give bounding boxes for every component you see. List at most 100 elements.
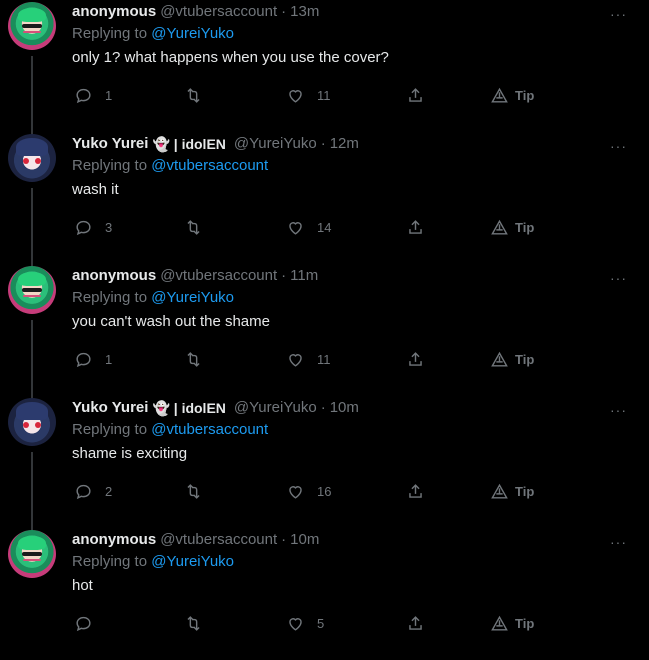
- like-button[interactable]: 5: [286, 614, 324, 633]
- tip-button[interactable]: Tip: [490, 614, 534, 633]
- retweet-icon: [187, 220, 200, 235]
- name-suffix: 👻 | idolEN: [152, 400, 226, 416]
- avatar[interactable]: [8, 266, 56, 314]
- mention-link[interactable]: @YureiYuko: [151, 553, 234, 570]
- avatar-column: [8, 266, 56, 314]
- like-button[interactable]: 14: [286, 218, 331, 237]
- more-options-button[interactable]: ···: [610, 270, 627, 286]
- tweet-content: anonymous @vtubersaccount · 11m Replying…: [72, 264, 633, 332]
- share-button[interactable]: [406, 482, 425, 501]
- retweet-icon: [187, 352, 200, 367]
- timestamp[interactable]: 10m: [330, 398, 359, 418]
- tip-button[interactable]: Tip: [490, 218, 534, 237]
- tweet-content: anonymous @vtubersaccount · 13m Replying…: [72, 0, 633, 68]
- timestamp[interactable]: 10m: [290, 530, 319, 550]
- tip-label: Tip: [515, 220, 535, 235]
- reply-button[interactable]: [74, 614, 105, 633]
- heart-icon: [289, 90, 302, 103]
- more-options-button[interactable]: ···: [610, 534, 627, 550]
- tweet-header: Yuko Yurei 👻 | idolEN @YureiYuko · 12m: [72, 132, 633, 156]
- tip-button[interactable]: Tip: [490, 350, 534, 369]
- thread-line: [31, 56, 33, 136]
- reply-icon: [76, 88, 91, 104]
- user-handle[interactable]: @vtubersaccount: [160, 530, 277, 550]
- like-count: 11: [317, 88, 331, 103]
- tweet-text: you can't wash out the shame: [72, 313, 270, 330]
- tweet[interactable]: Yuko Yurei 👻 | idolEN @YureiYuko · 10m R…: [0, 396, 649, 532]
- timestamp[interactable]: 13m: [290, 2, 319, 22]
- retweet-button[interactable]: [184, 482, 215, 501]
- heart-icon: [289, 618, 302, 631]
- user-handle[interactable]: @vtubersaccount: [160, 2, 277, 22]
- timestamp[interactable]: 11m: [290, 266, 318, 286]
- reply-thread: anonymous @vtubersaccount · 13m Replying…: [0, 0, 649, 644]
- tip-button[interactable]: Tip: [490, 86, 534, 105]
- tweet-text: shame is exciting: [72, 445, 188, 462]
- like-button[interactable]: 11: [286, 350, 331, 369]
- reply-button[interactable]: 1: [74, 86, 112, 105]
- share-icon: [409, 88, 422, 102]
- display-name[interactable]: anonymous: [72, 266, 156, 286]
- user-handle[interactable]: @YureiYuko: [234, 134, 317, 154]
- tweet-header: Yuko Yurei 👻 | idolEN @YureiYuko · 10m: [72, 396, 633, 420]
- tip-button[interactable]: Tip: [490, 482, 534, 501]
- tweet[interactable]: anonymous @vtubersaccount · 11m Replying…: [0, 264, 649, 400]
- more-options-button[interactable]: ···: [610, 138, 627, 154]
- mention-link[interactable]: @YureiYuko: [151, 289, 234, 306]
- user-handle[interactable]: @vtubersaccount: [160, 266, 277, 286]
- tweet-actions: 3 14 Tip: [72, 218, 542, 242]
- heart-icon: [289, 354, 302, 367]
- reply-button[interactable]: 1: [74, 350, 112, 369]
- tip-label: Tip: [515, 88, 535, 103]
- share-icon: [409, 220, 422, 234]
- tip-icon: [491, 483, 508, 499]
- avatar[interactable]: [8, 530, 56, 578]
- mention-link[interactable]: @vtubersaccount: [151, 421, 268, 438]
- more-options-button[interactable]: ···: [610, 402, 627, 418]
- separator-dot: ·: [320, 399, 326, 416]
- tweet[interactable]: Yuko Yurei 👻 | idolEN @YureiYuko · 12m R…: [0, 132, 649, 268]
- tweet-actions: 1 11 Tip: [72, 86, 542, 110]
- like-button[interactable]: 11: [286, 86, 331, 105]
- display-name[interactable]: anonymous: [72, 2, 156, 22]
- like-button[interactable]: 16: [286, 482, 331, 501]
- tweet-text: wash it: [72, 181, 119, 198]
- replying-label: Replying to: [72, 157, 148, 174]
- replying-to: Replying to @YureiYuko: [72, 288, 633, 308]
- separator-dot: ·: [281, 3, 287, 20]
- more-options-button[interactable]: ···: [610, 6, 627, 22]
- avatar[interactable]: [8, 398, 56, 446]
- share-button[interactable]: [406, 614, 425, 633]
- replying-label: Replying to: [72, 289, 148, 306]
- share-button[interactable]: [406, 86, 425, 105]
- display-name[interactable]: Yuko Yurei: [72, 398, 148, 418]
- retweet-button[interactable]: [184, 350, 215, 369]
- like-count: 16: [317, 484, 332, 499]
- retweet-button[interactable]: [184, 218, 215, 237]
- retweet-icon: [187, 616, 200, 631]
- tweet[interactable]: anonymous @vtubersaccount · 10m Replying…: [0, 528, 649, 660]
- reply-button[interactable]: 2: [74, 482, 112, 501]
- reply-count: 3: [105, 220, 113, 235]
- tweet-text: hot: [72, 577, 93, 594]
- user-handle[interactable]: @YureiYuko: [234, 398, 317, 418]
- share-button[interactable]: [406, 218, 425, 237]
- mention-link[interactable]: @vtubersaccount: [151, 157, 268, 174]
- avatar[interactable]: [8, 134, 56, 182]
- retweet-button[interactable]: [184, 614, 215, 633]
- display-name[interactable]: anonymous: [72, 530, 156, 550]
- reply-button[interactable]: 3: [74, 218, 112, 237]
- reply-icon: [76, 352, 91, 368]
- display-name[interactable]: Yuko Yurei: [72, 134, 148, 154]
- tweet-content: Yuko Yurei 👻 | idolEN @YureiYuko · 12m R…: [72, 132, 633, 200]
- name-suffix: 👻 | idolEN: [152, 136, 226, 152]
- replying-to: Replying to @vtubersaccount: [72, 156, 633, 176]
- retweet-button[interactable]: [184, 86, 215, 105]
- timestamp[interactable]: 12m: [330, 134, 359, 154]
- tweet[interactable]: anonymous @vtubersaccount · 13m Replying…: [0, 0, 649, 136]
- replying-to: Replying to @YureiYuko: [72, 24, 633, 44]
- mention-link[interactable]: @YureiYuko: [151, 25, 234, 42]
- share-button[interactable]: [406, 350, 425, 369]
- tip-icon: [491, 351, 508, 367]
- avatar[interactable]: [8, 2, 56, 50]
